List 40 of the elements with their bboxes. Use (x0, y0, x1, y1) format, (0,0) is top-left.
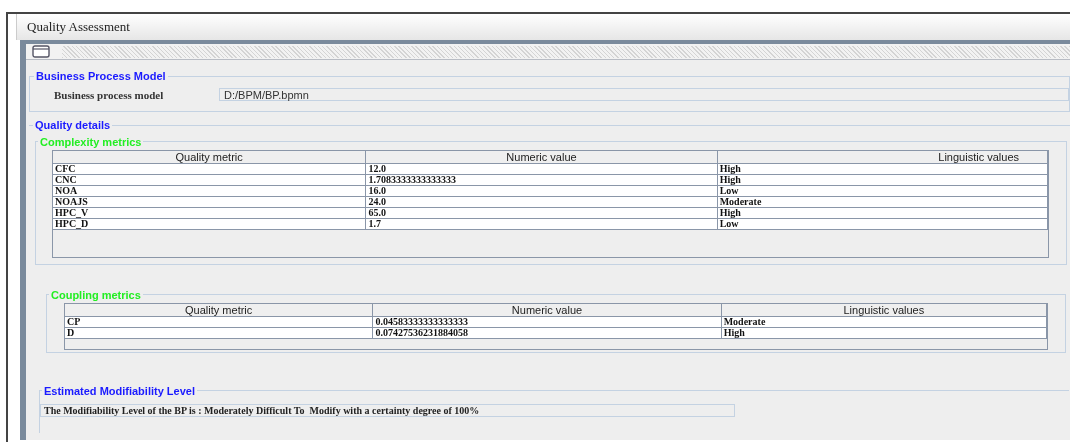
table-cell: High (717, 164, 1048, 175)
window-title: Quality Assessment (27, 18, 130, 37)
field-label: Business process model (54, 87, 165, 103)
table-cell: HPC_V (53, 208, 367, 219)
table-cell: CP (65, 317, 374, 328)
table-cell: Low (717, 219, 1048, 230)
section-title: Coupling metrics (50, 287, 142, 303)
column-header[interactable]: Numeric value (373, 304, 722, 317)
table-cell: HPC_D (53, 219, 367, 230)
section-title: Complexity metrics (39, 134, 143, 150)
window-icon[interactable] (32, 45, 50, 58)
column-header[interactable]: Quality metric (53, 151, 367, 164)
table-cell: High (721, 328, 1047, 339)
table-cell: Moderate (721, 317, 1047, 328)
column-header[interactable]: Numeric value (366, 151, 718, 164)
path-field[interactable]: D:/BPM/BP.bpmn (219, 88, 1069, 102)
table-cell: 1.7 (366, 219, 718, 230)
table-cell: 1.7083333333333333 (366, 175, 718, 186)
table-cell: CFC (53, 164, 367, 175)
table-cell: NOA (53, 186, 367, 197)
result-message: The Modifiability Level of the BP is : Moderately Difficult To Modify with a certainty degree of 100% (40, 404, 735, 417)
table-cell: 0.04583333333333333 (373, 317, 722, 328)
table-cell: D (65, 328, 374, 339)
column-header[interactable]: Linguistic values (717, 151, 1048, 164)
section-title: Estimated Modifiability Level (43, 383, 196, 399)
table-cell: NOAJS (53, 197, 367, 208)
section-title: Quality details (34, 118, 112, 133)
table-cell: CNC (53, 175, 367, 186)
table-cell: 65.0 (366, 208, 718, 219)
table-cell: 24.0 (366, 197, 718, 208)
column-header[interactable]: Linguistic values (721, 304, 1047, 317)
table-cell: Moderate (717, 197, 1048, 208)
table-cell: 12.0 (366, 164, 718, 175)
table-cell: 16.0 (366, 186, 718, 197)
table-cell: 0.07427536231884058 (373, 328, 722, 339)
section-title: Business Process Model (35, 69, 167, 84)
table-cell: High (717, 208, 1048, 219)
table-cell: Low (717, 186, 1048, 197)
table-cell: High (717, 175, 1048, 186)
column-header[interactable]: Quality metric (65, 304, 374, 317)
